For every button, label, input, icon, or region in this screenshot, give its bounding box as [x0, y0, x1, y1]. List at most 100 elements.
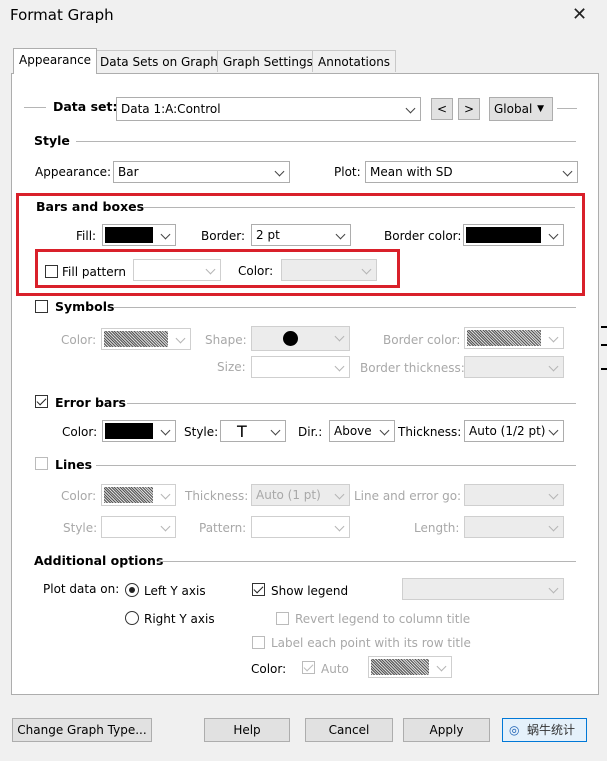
checkmark-icon	[303, 661, 314, 672]
edge-mark	[601, 368, 607, 370]
line-error-go-select[interactable]	[464, 484, 564, 506]
checkmark-icon	[36, 395, 47, 406]
chevron-down-icon	[548, 332, 559, 343]
error-color-select[interactable]	[102, 420, 176, 442]
divider	[114, 307, 576, 308]
line-thickness-label: Thickness:	[185, 489, 249, 503]
divider	[76, 141, 576, 142]
dataset-select[interactable]: Data 1:A:Control	[116, 97, 421, 121]
watermark-text: 蜗牛统计	[527, 723, 576, 737]
divider	[158, 561, 576, 562]
chevron-down-icon	[334, 521, 345, 532]
chevron-down-icon	[160, 425, 171, 436]
line-color-select[interactable]	[101, 484, 176, 506]
chevron-down-icon	[334, 331, 345, 342]
global-button[interactable]: Global ▼	[489, 97, 553, 121]
symbol-color-select[interactable]	[101, 328, 191, 350]
chevron-down-icon	[334, 361, 345, 372]
show-legend-checkbox[interactable]	[252, 583, 265, 596]
shape-label: Shape:	[205, 333, 247, 347]
chevron-down-icon	[548, 583, 559, 594]
chevron-down-icon	[160, 489, 171, 500]
chevron-down-icon	[548, 425, 559, 436]
highlight-box	[35, 249, 400, 288]
line-length-select[interactable]	[464, 516, 564, 538]
tab-data-sets-on-graph[interactable]: Data Sets on Graph	[94, 50, 224, 72]
chevron-down-icon	[334, 489, 345, 500]
next-dataset-button[interactable]: >	[458, 98, 480, 120]
ok-button[interactable]: ◎ 蜗牛统计	[502, 718, 587, 742]
additional-header: Additional options	[34, 553, 164, 568]
chevron-down-icon	[436, 661, 447, 672]
tab-graph-settings[interactable]: Graph Settings	[217, 50, 319, 72]
tab-annotations[interactable]: Annotations	[312, 50, 397, 72]
legend-select[interactable]	[402, 578, 564, 600]
appearance-label: Appearance:	[35, 165, 112, 179]
line-color-label: Color:	[61, 489, 97, 503]
error-thickness-label: Thickness:	[398, 425, 462, 439]
auto-color-checkbox[interactable]	[302, 661, 315, 674]
plot-select[interactable]: Mean with SD	[365, 161, 578, 183]
cancel-button[interactable]: Cancel	[305, 718, 393, 742]
border-thickness-label: Border thickness:	[360, 361, 465, 375]
dataset-label: Data set:	[53, 99, 118, 114]
left-y-axis-radio[interactable]	[125, 583, 139, 597]
symbol-border-color-select[interactable]	[464, 327, 564, 349]
divider	[24, 107, 46, 108]
show-legend-label: Show legend	[271, 584, 349, 598]
prev-dataset-button[interactable]: <	[431, 98, 453, 120]
edge-mark	[601, 326, 607, 328]
color-swatch	[371, 659, 429, 675]
tab-appearance[interactable]: Appearance	[13, 48, 98, 74]
auto-label: Auto	[321, 662, 349, 676]
color-swatch	[467, 330, 541, 346]
size-select[interactable]	[251, 356, 350, 378]
error-style-label: Style:	[184, 425, 219, 439]
line-pattern-select[interactable]	[251, 516, 350, 538]
appearance-select[interactable]: Bar	[113, 161, 290, 183]
line-length-label: Length:	[414, 521, 460, 535]
line-style-label: Style:	[63, 521, 98, 535]
revert-legend-checkbox[interactable]	[276, 612, 289, 625]
line-thickness-select[interactable]: Auto (1 pt)	[251, 484, 350, 506]
label-color-label: Color:	[251, 662, 287, 676]
line-style-select[interactable]	[101, 516, 176, 538]
label-each-point-label: Label each point with its row title	[271, 636, 471, 650]
error-bars-checkbox[interactable]	[35, 395, 48, 408]
color-swatch	[104, 331, 168, 347]
error-thickness-select[interactable]: Auto (1/2 pt)	[464, 420, 564, 442]
change-graph-type-button[interactable]: Change Graph Type...	[12, 718, 152, 742]
divider	[127, 403, 576, 404]
symbol-border-color-label: Border color:	[383, 333, 461, 347]
left-y-axis-label: Left Y axis	[144, 584, 206, 598]
line-error-go-label: Line and error go:	[354, 489, 462, 503]
apply-button[interactable]: Apply	[403, 718, 490, 742]
checkmark-icon	[253, 583, 264, 594]
dir-select[interactable]: Above	[329, 420, 395, 442]
label-each-point-checkbox[interactable]	[252, 636, 265, 649]
color-swatch	[105, 423, 153, 439]
shape-select[interactable]	[251, 326, 350, 351]
plot-data-on-label: Plot data on:	[43, 582, 120, 596]
chevron-down-icon	[160, 521, 171, 532]
style-header: Style	[34, 133, 70, 148]
chevron-down-icon	[562, 166, 573, 177]
label-color-select[interactable]	[368, 656, 452, 678]
color-swatch	[104, 487, 153, 503]
chevron-down-icon	[548, 489, 559, 500]
chevron-down-icon	[270, 425, 281, 436]
error-style-select[interactable]: T	[220, 420, 286, 442]
triangle-down-icon: ▼	[537, 104, 544, 114]
border-thickness-select[interactable]	[464, 356, 564, 378]
circle-symbol-icon	[283, 331, 298, 346]
lines-checkbox[interactable]	[35, 457, 48, 470]
help-button[interactable]: Help	[204, 718, 290, 742]
divider	[96, 465, 576, 466]
close-icon[interactable]: ✕	[572, 4, 587, 25]
right-y-axis-radio[interactable]	[125, 611, 139, 625]
right-y-axis-label: Right Y axis	[144, 612, 215, 626]
symbols-checkbox[interactable]	[35, 300, 48, 313]
chevron-down-icon	[405, 103, 416, 114]
line-pattern-label: Pattern:	[199, 521, 247, 535]
error-color-label: Color:	[62, 425, 98, 439]
